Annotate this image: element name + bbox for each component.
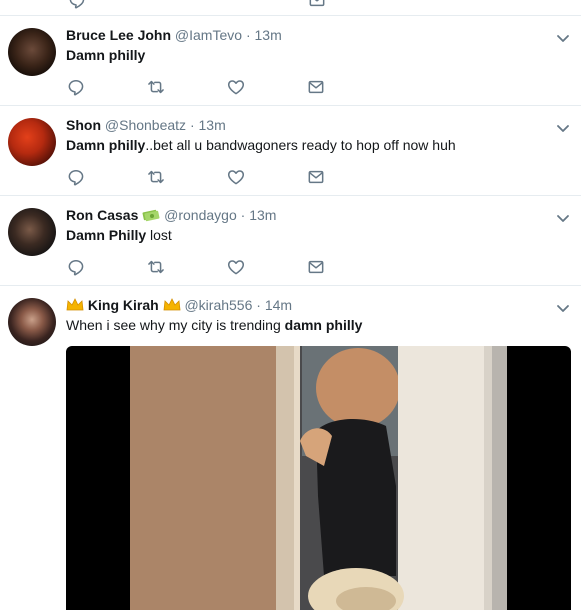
- body-text: lost: [146, 227, 172, 243]
- envelope-icon[interactable]: [307, 0, 327, 10]
- tweet-header: King Kirah @kirah556 · 14m: [66, 296, 292, 314]
- chevron-down-icon[interactable]: [555, 120, 571, 136]
- tweet[interactable]: Ron Casas @rondaygo · 13m Damn Philly lo…: [0, 196, 581, 286]
- tweet-text: Damn philly: [66, 46, 145, 65]
- previous-tweet-actions: [0, 0, 581, 16]
- envelope-icon[interactable]: [306, 77, 326, 97]
- tweet[interactable]: Bruce Lee John @IamTevo · 13m Damn phill…: [0, 16, 581, 106]
- reply-icon[interactable]: [67, 0, 87, 10]
- envelope-icon[interactable]: [306, 167, 326, 187]
- user-name[interactable]: King Kirah: [88, 297, 159, 313]
- avatar[interactable]: [8, 208, 56, 256]
- chevron-down-icon[interactable]: [555, 210, 571, 226]
- tweet-header: Shon @Shonbeatz · 13m: [66, 116, 226, 134]
- user-handle[interactable]: @IamTevo: [175, 27, 242, 43]
- avatar[interactable]: [8, 118, 56, 166]
- avatar[interactable]: [8, 298, 56, 346]
- timestamp[interactable]: 14m: [265, 297, 292, 313]
- body-text: When i see why my city is trending: [66, 317, 285, 333]
- tweet[interactable]: Shon @Shonbeatz · 13m Damn philly..bet a…: [0, 106, 581, 196]
- tweet-actions: [66, 77, 366, 97]
- tweet-text: When i see why my city is trending damn …: [66, 316, 362, 335]
- retweet-icon[interactable]: [146, 77, 166, 97]
- tweet-header: Bruce Lee John @IamTevo · 13m: [66, 26, 282, 44]
- user-handle[interactable]: @Shonbeatz: [105, 117, 186, 133]
- user-handle[interactable]: @kirah556: [184, 297, 252, 313]
- user-name[interactable]: Bruce Lee John: [66, 27, 171, 43]
- reply-icon[interactable]: [66, 257, 86, 277]
- chevron-down-icon[interactable]: [555, 30, 571, 46]
- timestamp[interactable]: 13m: [199, 117, 226, 133]
- highlight-text: Damn philly: [66, 137, 146, 153]
- retweet-icon[interactable]: [146, 167, 166, 187]
- user-name[interactable]: Ron Casas: [66, 207, 138, 223]
- crown-icon: [66, 298, 84, 311]
- user-handle[interactable]: @rondaygo: [164, 207, 237, 223]
- heart-icon[interactable]: [226, 77, 246, 97]
- money-icon: [142, 209, 160, 222]
- heart-icon[interactable]: [226, 167, 246, 187]
- reply-icon[interactable]: [66, 77, 86, 97]
- chevron-down-icon[interactable]: [555, 300, 571, 316]
- video-frame-image: [130, 346, 507, 610]
- reply-icon[interactable]: [66, 167, 86, 187]
- separator: ·: [189, 117, 195, 133]
- body-text: ..bet all u bandwagoners ready to hop of…: [145, 137, 456, 153]
- tweet-actions: [66, 257, 366, 277]
- separator: ·: [245, 27, 251, 43]
- highlight-text: Damn Philly: [66, 227, 147, 243]
- user-name[interactable]: Shon: [66, 117, 101, 133]
- timestamp[interactable]: 13m: [255, 27, 282, 43]
- tweet-text: Damn Philly lost: [66, 226, 172, 245]
- timestamp[interactable]: 13m: [249, 207, 276, 223]
- highlight-text: damn philly: [284, 317, 363, 333]
- tweet-actions: [66, 167, 366, 187]
- envelope-icon[interactable]: [306, 257, 326, 277]
- crown-icon: [163, 298, 181, 311]
- retweet-icon[interactable]: [146, 257, 166, 277]
- video-player[interactable]: [66, 346, 571, 610]
- heart-icon[interactable]: [226, 257, 246, 277]
- highlight-text: Damn philly: [66, 47, 146, 63]
- tweet-text: Damn philly..bet all u bandwagoners read…: [66, 136, 456, 155]
- separator: ·: [256, 297, 261, 313]
- tweet-header: Ron Casas @rondaygo · 13m: [66, 206, 276, 224]
- avatar[interactable]: [8, 28, 56, 76]
- separator: ·: [240, 207, 246, 223]
